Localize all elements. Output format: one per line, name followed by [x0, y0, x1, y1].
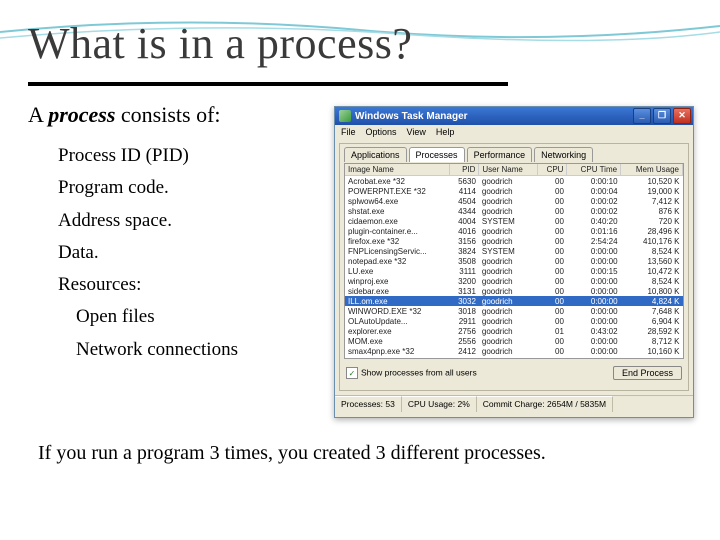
tab-performance[interactable]: Performance — [467, 147, 533, 162]
checkbox-label: Show processes from all users — [361, 368, 477, 378]
table-row[interactable]: dwm.exe4,288 K — [345, 356, 683, 359]
table-row[interactable]: sidebar.exe3131goodrich000:00:0010,800 K — [345, 286, 683, 296]
minimize-button[interactable]: _ — [633, 108, 651, 124]
status-bar: Processes: 53 CPU Usage: 2% Commit Charg… — [335, 395, 693, 412]
bullet-resources: Resources: — [58, 269, 238, 301]
bullet-code: Program code. — [58, 172, 238, 204]
tab-networking[interactable]: Networking — [534, 147, 593, 162]
tab-processes[interactable]: Processes — [409, 147, 465, 162]
bullet-list: Process ID (PID) Program code. Address s… — [58, 140, 238, 366]
table-row[interactable]: LU.exe3111goodrich000:00:1510,472 K — [345, 266, 683, 276]
col-image[interactable]: Image Name — [345, 164, 450, 176]
menu-file[interactable]: File — [341, 127, 356, 137]
table-row[interactable]: winproj.exe3200goodrich000:00:008,524 K — [345, 276, 683, 286]
table-row[interactable]: FNPLicensingServic...3824SYSTEM000:00:00… — [345, 246, 683, 256]
table-row[interactable]: explorer.exe2756goodrich010:43:0228,592 … — [345, 326, 683, 336]
col-mem[interactable]: Mem Usage — [621, 164, 683, 176]
table-row[interactable]: shstat.exe4344goodrich000:00:02876 K — [345, 206, 683, 216]
table-row[interactable]: notepad.exe *323508goodrich000:00:0013,5… — [345, 256, 683, 266]
end-process-button[interactable]: End Process — [613, 366, 682, 380]
table-row[interactable]: cidaemon.exe4004SYSTEM000:40:20720 K — [345, 216, 683, 226]
table-row[interactable]: POWERPNT.EXE *324114goodrich000:00:0419,… — [345, 186, 683, 196]
col-pid[interactable]: PID — [450, 164, 479, 176]
process-table: Image Name PID User Name CPU CPU Time Me… — [345, 164, 683, 359]
intro-post: consists of: — [115, 102, 220, 127]
slide: What is in a process? A process consists… — [0, 0, 720, 540]
bullet-pid: Process ID (PID) — [58, 140, 238, 172]
options-row: ✓Show processes from all users End Proce… — [340, 363, 688, 383]
intro-em: process — [48, 102, 115, 127]
table-row[interactable]: OLAutoUpdate...2911goodrich000:00:006,90… — [345, 316, 683, 326]
menubar: File Options View Help — [335, 125, 693, 139]
tab-applications[interactable]: Applications — [344, 147, 407, 162]
table-row[interactable]: MOM.exe2556goodrich000:00:008,712 K — [345, 336, 683, 346]
sub-openfiles: Open files — [58, 301, 238, 333]
title-underline — [28, 82, 508, 86]
menu-help[interactable]: Help — [436, 127, 455, 137]
col-user[interactable]: User Name — [479, 164, 538, 176]
table-row[interactable]: smax4pnp.exe *322412goodrich000:00:0010,… — [345, 346, 683, 356]
menu-options[interactable]: Options — [366, 127, 397, 137]
tab-strip: Applications Processes Performance Netwo… — [340, 143, 688, 162]
col-cputime[interactable]: CPU Time — [567, 164, 621, 176]
process-list[interactable]: Image Name PID User Name CPU CPU Time Me… — [344, 163, 684, 359]
window-title: Windows Task Manager — [355, 111, 468, 122]
menu-view[interactable]: View — [407, 127, 426, 137]
taskmgr-icon — [339, 110, 351, 122]
show-all-users[interactable]: ✓Show processes from all users — [346, 367, 477, 379]
close-button[interactable]: ✕ — [673, 108, 691, 124]
intro-line: A process consists of: — [28, 102, 221, 128]
maximize-button[interactable]: ❐ — [653, 108, 671, 124]
sub-network: Network connections — [58, 334, 238, 366]
status-cpu: CPU Usage: 2% — [402, 396, 477, 412]
slide-title: What is in a process? — [28, 18, 412, 69]
bullet-data: Data. — [58, 237, 238, 269]
col-cpu[interactable]: CPU — [537, 164, 566, 176]
table-row[interactable]: splwow64.exe4504goodrich000:00:027,412 K — [345, 196, 683, 206]
table-row[interactable]: ILL.om.exe3032goodrich000:00:004,824 K — [345, 296, 683, 306]
slide-footer: If you run a program 3 times, you create… — [38, 442, 546, 465]
status-commit: Commit Charge: 2654M / 5835M — [477, 396, 613, 412]
status-processes: Processes: 53 — [335, 396, 402, 412]
task-manager-window: Windows Task Manager _ ❐ ✕ File Options … — [334, 106, 694, 418]
intro-pre: A — [28, 102, 48, 127]
table-row[interactable]: plugin-container.e...4016goodrich000:01:… — [345, 226, 683, 236]
checkbox-icon[interactable]: ✓ — [346, 367, 358, 379]
table-row[interactable]: Acrobat.exe *325630goodrich000:00:1010,5… — [345, 176, 683, 187]
table-row[interactable]: WINWORD.EXE *323018goodrich000:00:007,64… — [345, 306, 683, 316]
titlebar[interactable]: Windows Task Manager _ ❐ ✕ — [335, 107, 693, 125]
window-body: Applications Processes Performance Netwo… — [339, 143, 689, 391]
table-row[interactable]: firefox.exe *323156goodrich002:54:24410,… — [345, 236, 683, 246]
bullet-address: Address space. — [58, 205, 238, 237]
